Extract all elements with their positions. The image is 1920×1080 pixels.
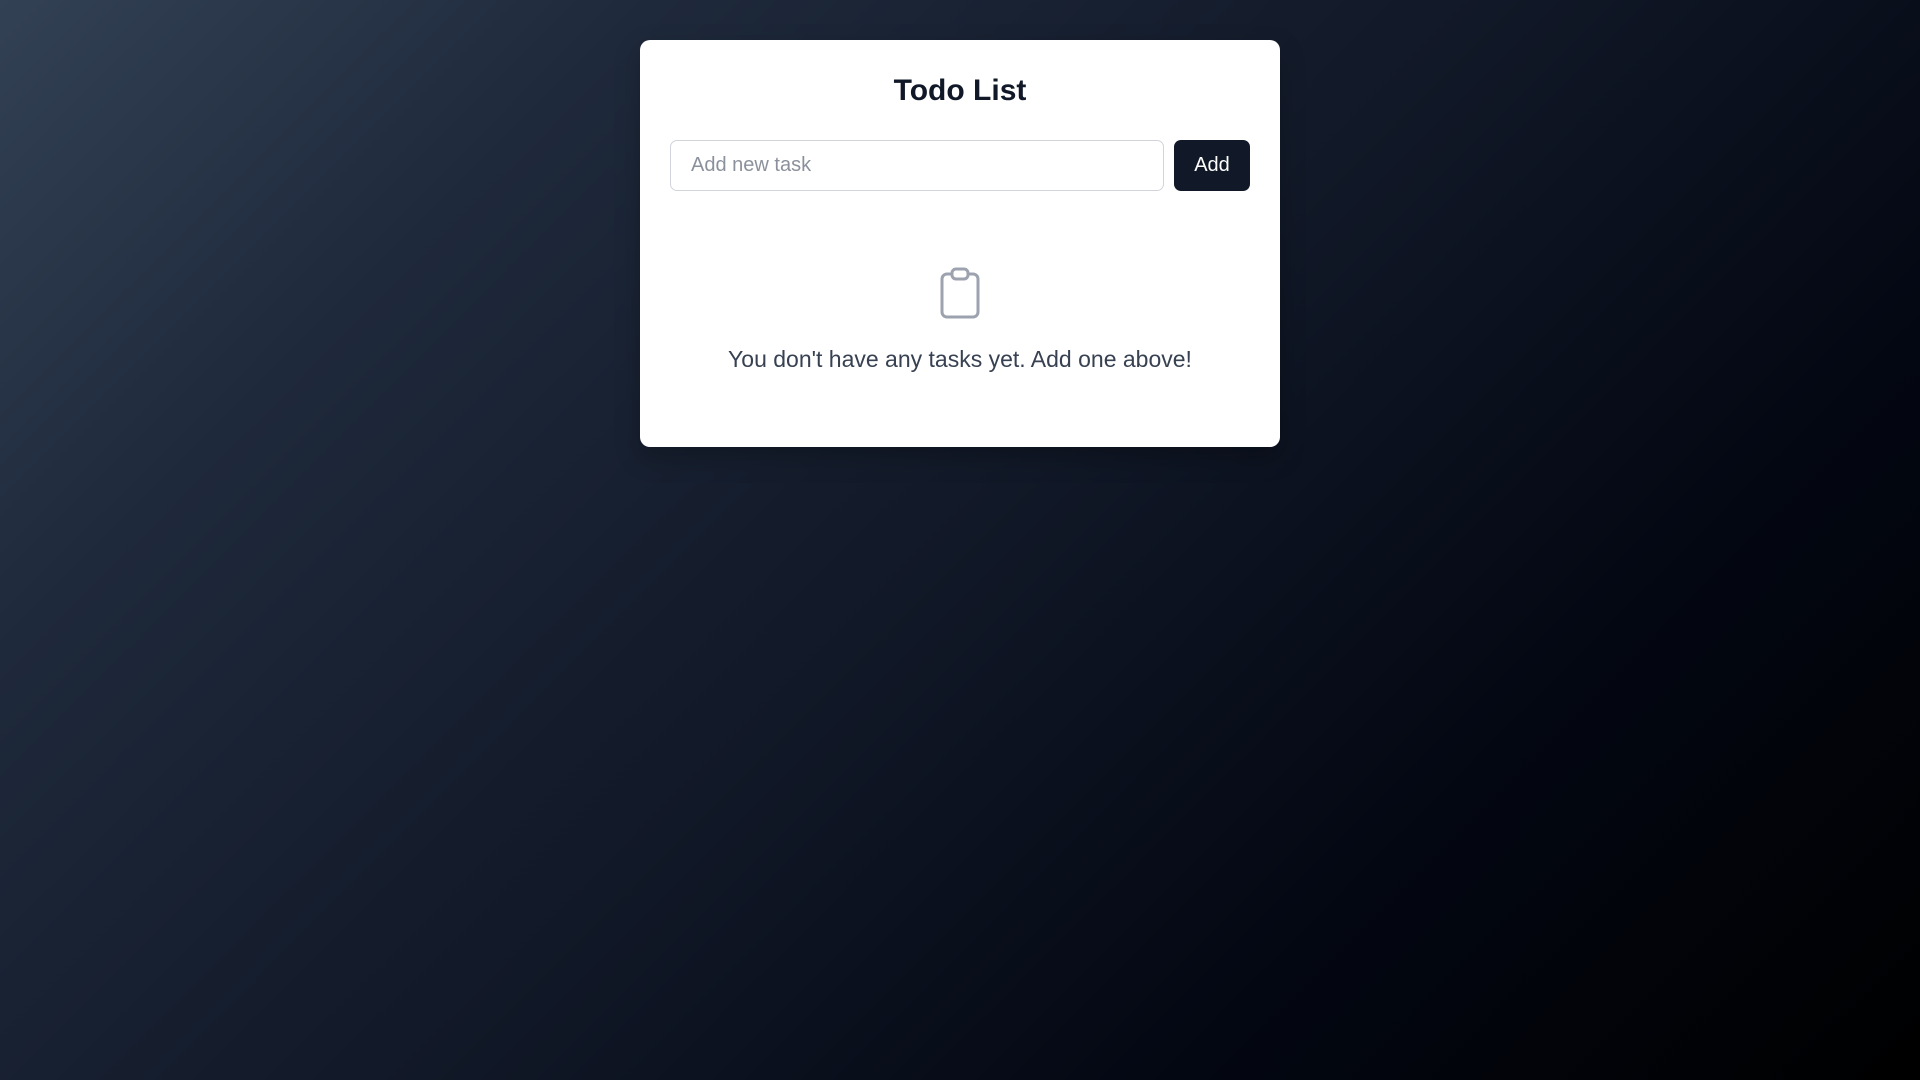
todo-card: Todo List Add You don't have any tasks y… [640,40,1280,447]
clipboard-icon [940,267,980,319]
add-task-button[interactable]: Add [1174,140,1250,191]
new-task-input[interactable] [670,140,1164,191]
empty-state-message: You don't have any tasks yet. Add one ab… [728,346,1192,372]
page-title: Todo List [893,74,1027,107]
